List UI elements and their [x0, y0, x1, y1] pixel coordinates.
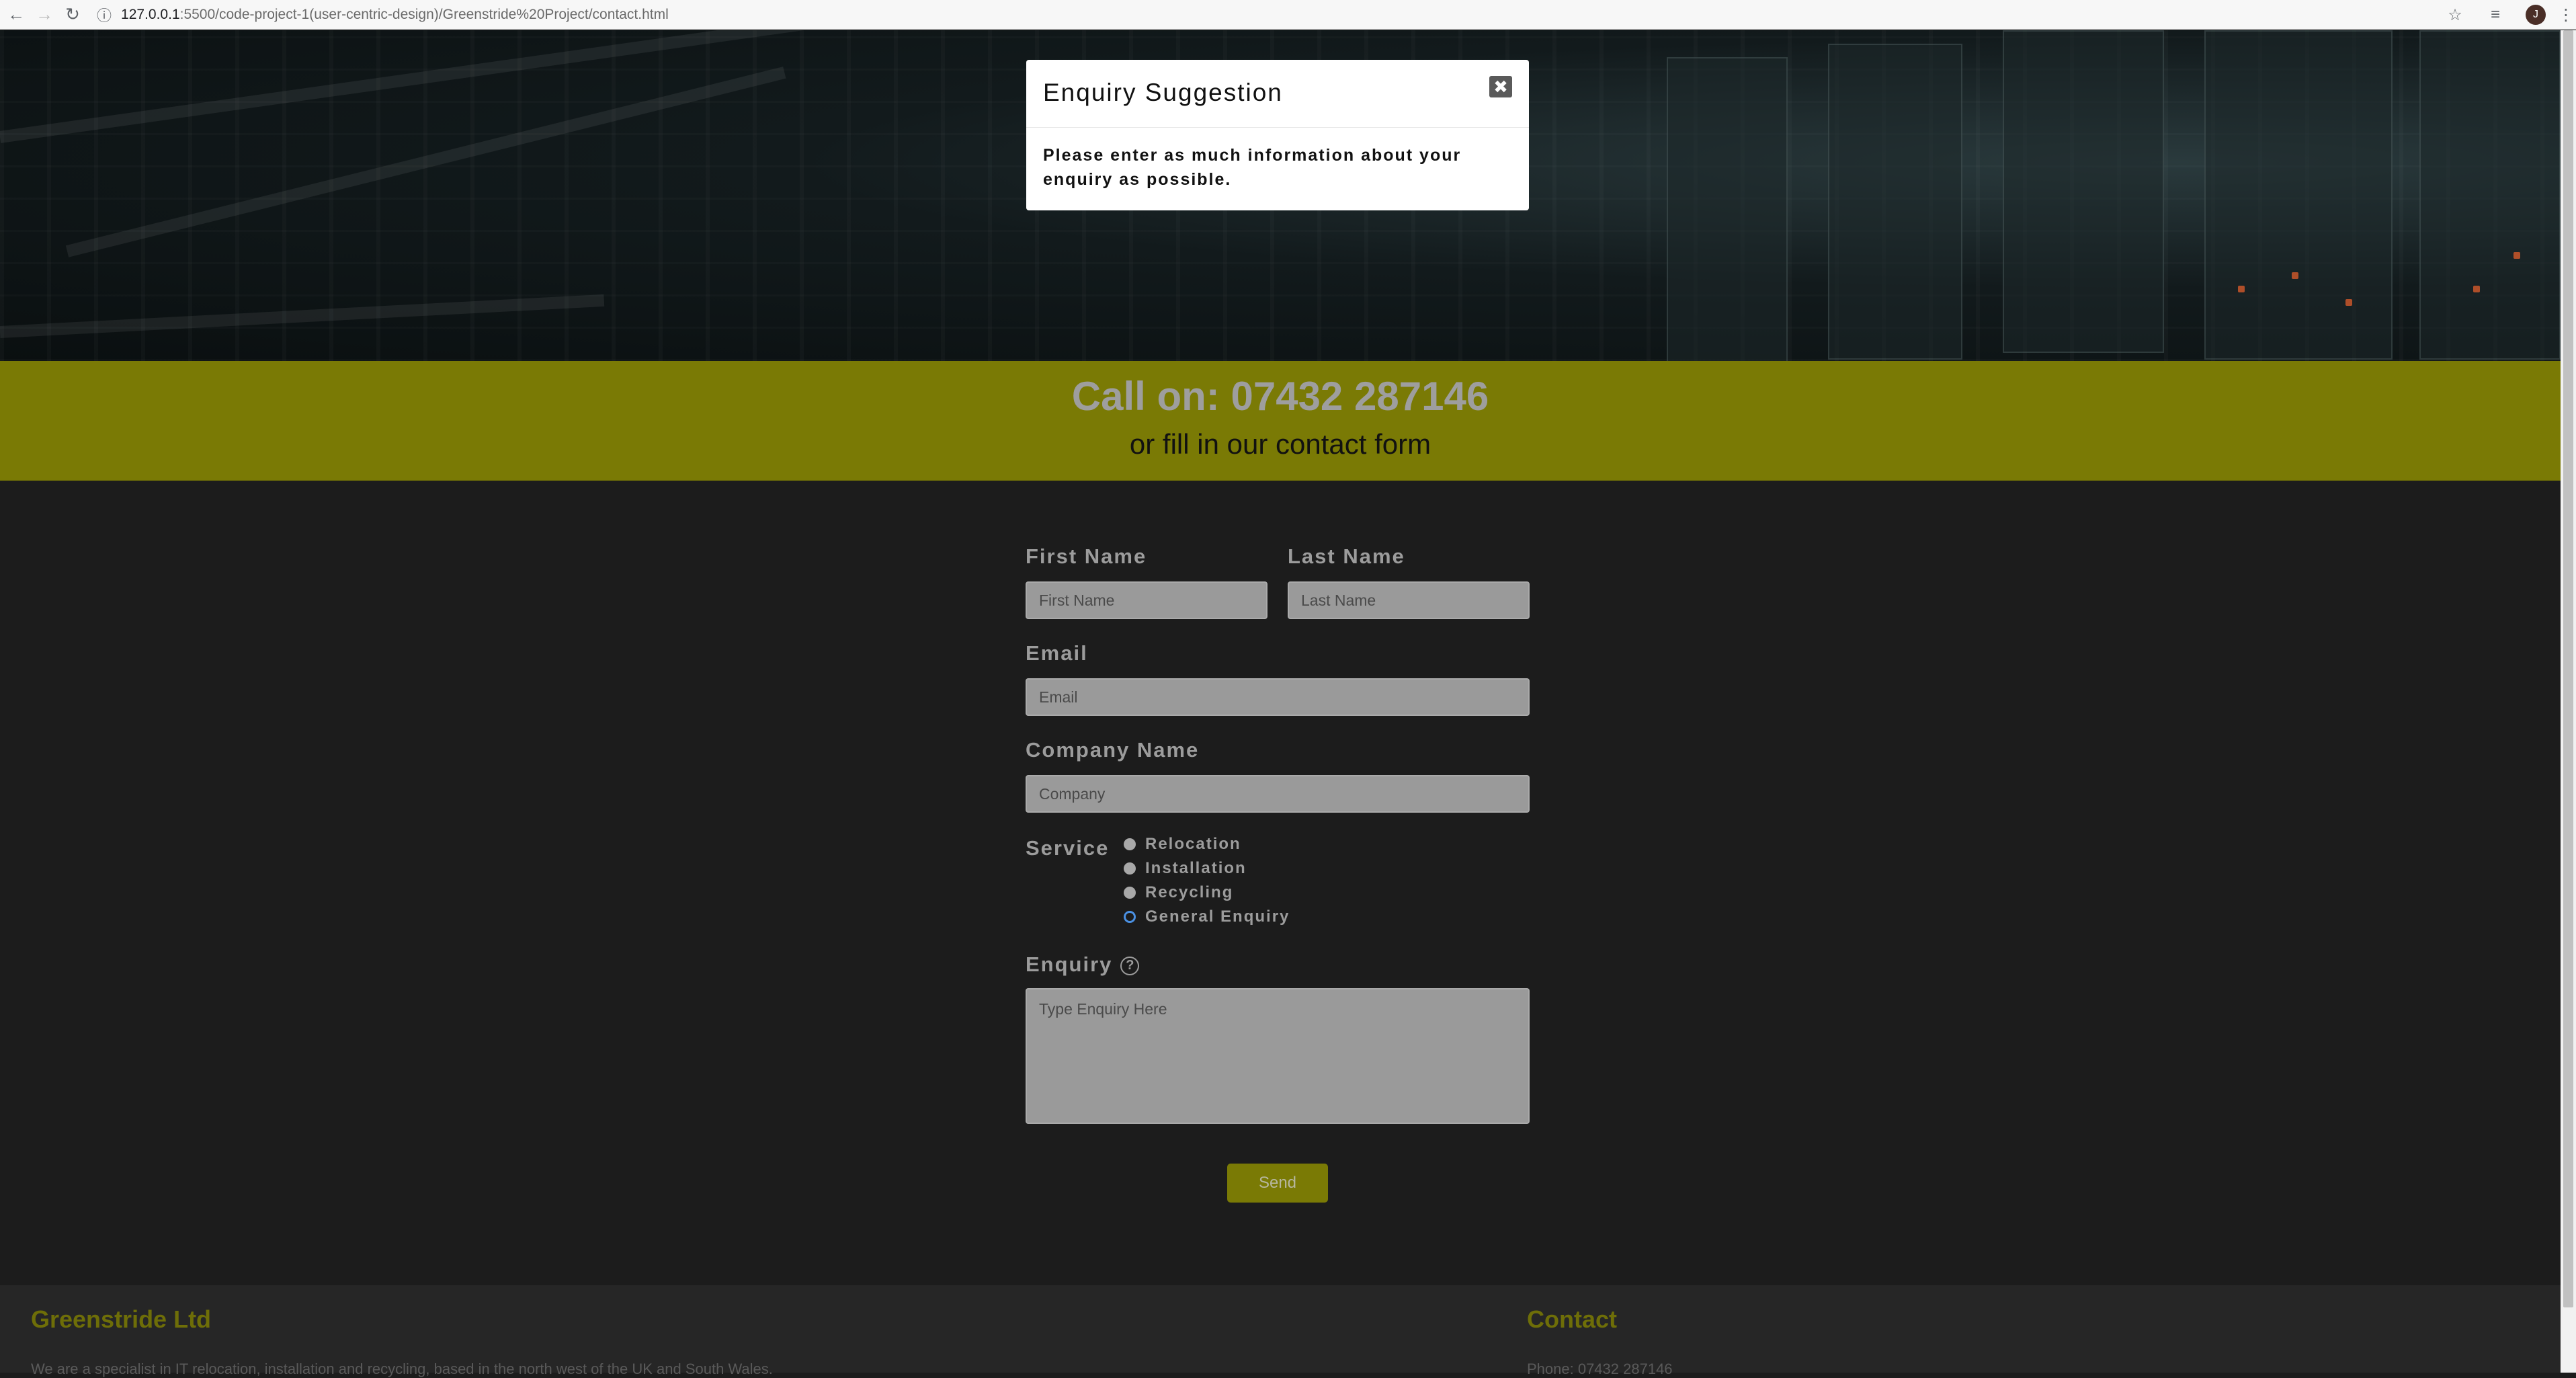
radio-button[interactable]	[1124, 838, 1136, 850]
email-label: Email	[1026, 641, 1088, 665]
footer-company-title: Greenstride Ltd	[31, 1305, 212, 1333]
page-scrollbar[interactable]	[2561, 30, 2576, 1373]
address-bar[interactable]: 127.0.0.1:5500/code-project-1(user-centr…	[121, 7, 669, 23]
call-title: Call on: 07432 287146	[1071, 374, 1489, 419]
avatar[interactable]: J	[2526, 5, 2546, 25]
help-icon[interactable]: ?	[1120, 956, 1140, 975]
radio-label: Recycling	[1145, 883, 1234, 901]
reading-list-icon[interactable]: ≡	[2475, 5, 2516, 24]
radio-label: General Enquiry	[1145, 907, 1290, 926]
radio-recycling[interactable]: Recycling	[1124, 883, 1233, 902]
company-field[interactable]: Company	[1026, 775, 1530, 813]
bookmark-star-icon[interactable]: ☆	[2435, 5, 2475, 25]
last-name-label: Last Name	[1288, 544, 1405, 568]
reload-icon[interactable]: ↻	[60, 3, 85, 27]
radio-label: Relocation	[1145, 835, 1241, 853]
radio-relocation[interactable]: Relocation	[1124, 835, 1241, 854]
first-name-label: First Name	[1026, 544, 1147, 568]
modal-body: Please enter as much information about y…	[1043, 146, 1462, 189]
send-button[interactable]: Send	[1227, 1164, 1328, 1203]
close-icon[interactable]: ✖	[1489, 76, 1512, 97]
call-banner: Call on: 07432 287146 or fill in our con…	[0, 361, 2561, 481]
footer: Greenstride Ltd We are a specialist in I…	[0, 1285, 2561, 1377]
radio-general-enquiry[interactable]: General Enquiry	[1124, 907, 1290, 926]
back-icon[interactable]: ←	[4, 3, 28, 27]
email-field[interactable]: Email	[1026, 678, 1530, 716]
modal-divider	[1026, 127, 1529, 128]
modal-title: Enquiry Suggestion	[1043, 79, 1283, 106]
call-subtitle: or fill in our contact form	[1129, 428, 1431, 460]
footer-contact-title: Contact	[1527, 1305, 1617, 1333]
radio-button-selected[interactable]	[1124, 911, 1136, 923]
enquiry-suggestion-modal: Enquiry Suggestion ✖ Please enter as muc…	[1026, 60, 1529, 210]
scrollbar-thumb[interactable]	[2563, 30, 2573, 1307]
menu-icon[interactable]: ⋮	[2556, 5, 2576, 25]
enquiry-label-text: Enquiry	[1026, 953, 1113, 976]
radio-label: Installation	[1145, 859, 1247, 877]
radio-button[interactable]	[1124, 887, 1136, 899]
forward-icon[interactable]: →	[32, 3, 56, 27]
radio-button[interactable]	[1124, 862, 1136, 875]
enquiry-label: Enquiry?	[1026, 953, 1140, 977]
radio-installation[interactable]: Installation	[1124, 859, 1247, 878]
url-host: 127.0.0.1	[121, 6, 180, 22]
footer-contact-text: Phone: 07432 287146	[1527, 1361, 1673, 1377]
url-path: :5500/code-project-1(user-centric-design…	[179, 6, 669, 22]
enquiry-textarea[interactable]: Type Enquiry Here	[1026, 988, 1530, 1124]
info-icon[interactable]: ⓘ	[97, 4, 112, 26]
company-label: Company Name	[1026, 738, 1200, 762]
footer-company-text: We are a specialist in IT relocation, in…	[31, 1361, 773, 1377]
service-label: Service	[1026, 836, 1110, 860]
first-name-field[interactable]: First Name	[1026, 581, 1268, 619]
last-name-field[interactable]: Last Name	[1288, 581, 1530, 619]
browser-toolbar: ← → ↻ ⓘ 127.0.0.1:5500/code-project-1(us…	[0, 0, 2576, 30]
